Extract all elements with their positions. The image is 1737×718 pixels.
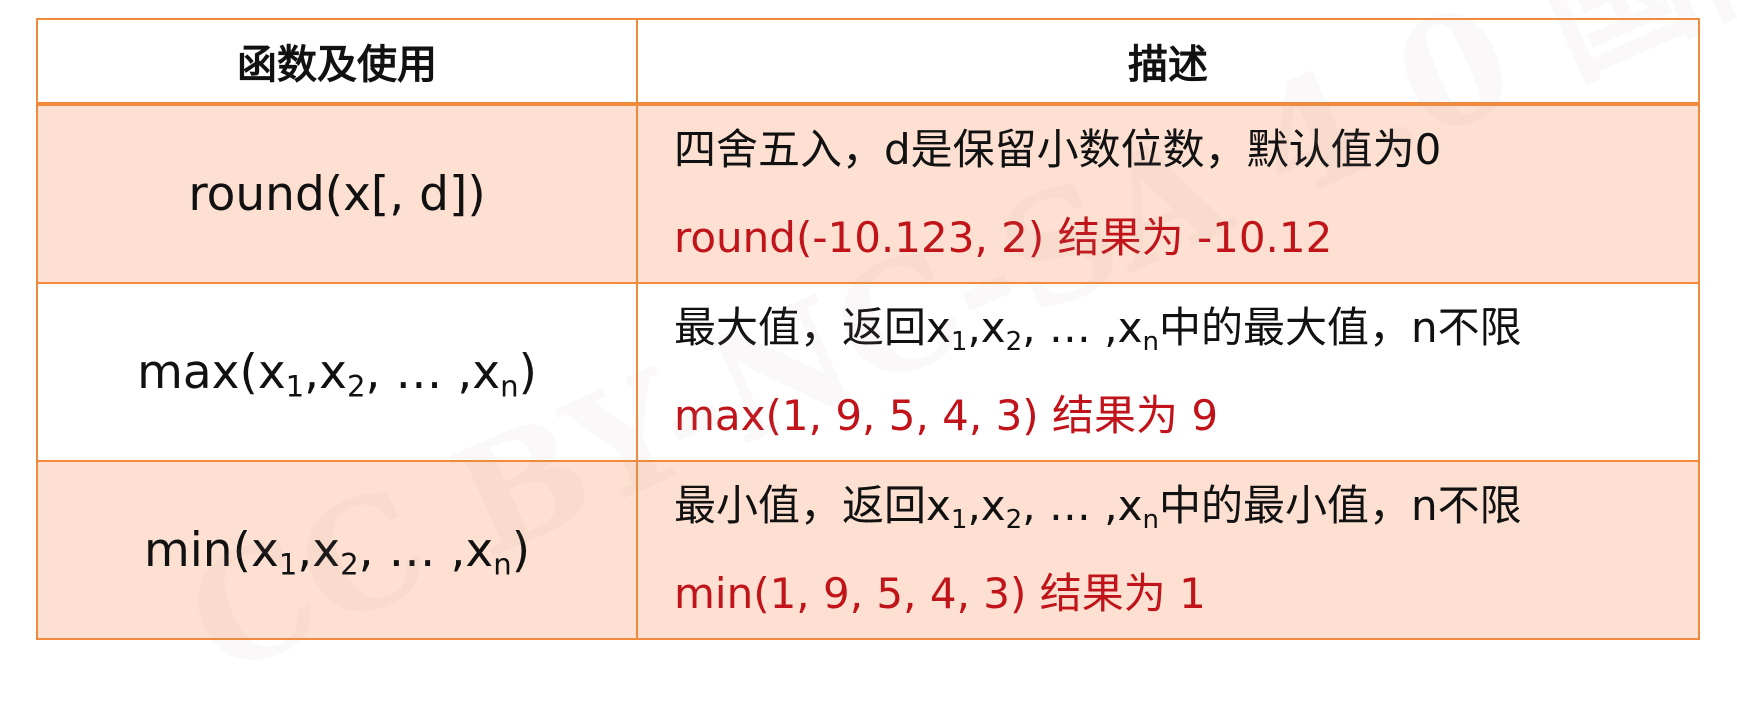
func-cell-min: min(x1,x2, … ,xn) — [36, 460, 638, 640]
example-round: round(-10.123, 2) 结果为 -10.12 — [674, 213, 1333, 262]
header-description: 描述 — [636, 18, 1700, 106]
desc-cell-max: 最大值，返回x1,x2, … ,xn中的最大值，n不限 max(1, 9, 5,… — [636, 282, 1700, 462]
example-min: min(1, 9, 5, 4, 3) 结果为 1 — [674, 569, 1206, 618]
table-row-max: max(x1,x2, … ,xn) 最大值，返回x1,x2, … ,xn中的最大… — [36, 282, 1700, 462]
description-min: 最小值，返回x1,x2, … ,xn中的最小值，n不限 — [674, 481, 1522, 535]
description-round: 四舍五入，d是保留小数位数，默认值为0 — [674, 125, 1442, 174]
desc-cell-min: 最小值，返回x1,x2, … ,xn中的最小值，n不限 min(1, 9, 5,… — [636, 460, 1700, 640]
example-max: max(1, 9, 5, 4, 3) 结果为 9 — [674, 391, 1219, 440]
header-function: 函数及使用 — [36, 18, 638, 106]
function-table: 函数及使用 描述 round(x[, d]) 四舍五入，d是保留小数位数，默认值… — [36, 18, 1700, 640]
func-cell-max: max(x1,x2, … ,xn) — [36, 282, 638, 462]
description-max: 最大值，返回x1,x2, … ,xn中的最大值，n不限 — [674, 303, 1522, 357]
func-name: max — [137, 344, 240, 400]
func-signature-min: min(x1,x2, … ,xn) — [143, 522, 531, 582]
func-cell-round: round(x[, d]) — [36, 103, 638, 284]
func-signature-round: round(x[, d]) — [188, 166, 486, 222]
table-row-round: round(x[, d]) 四舍五入，d是保留小数位数，默认值为0 round(… — [36, 103, 1700, 284]
desc-cell-round: 四舍五入，d是保留小数位数，默认值为0 round(-10.123, 2) 结果… — [636, 103, 1700, 284]
func-name: min — [143, 522, 233, 578]
func-signature-max: max(x1,x2, … ,xn) — [137, 344, 537, 404]
table-header-row: 函数及使用 描述 — [36, 18, 1700, 106]
table-row-min: min(x1,x2, … ,xn) 最小值，返回x1,x2, … ,xn中的最小… — [36, 460, 1700, 640]
